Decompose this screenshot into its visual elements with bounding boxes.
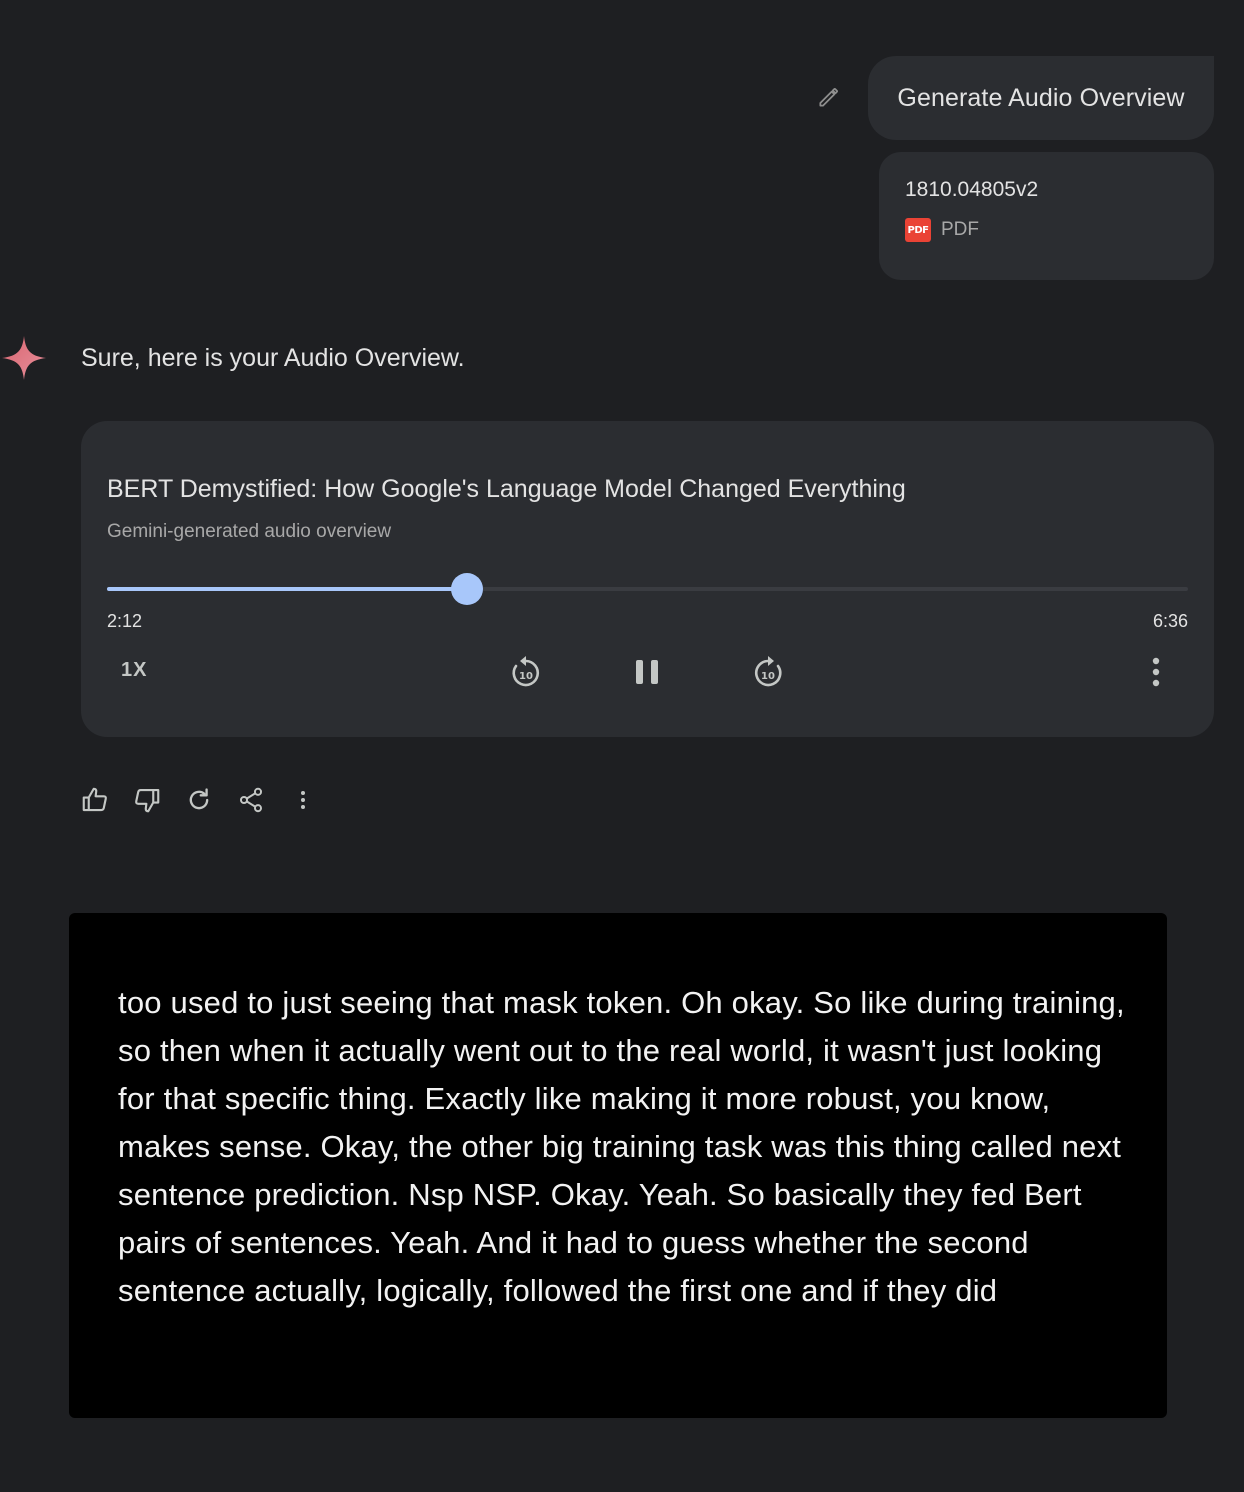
gemini-sparkle-icon [2, 336, 46, 380]
attachment-card[interactable]: 1810.04805v2 PDF PDF [879, 152, 1214, 280]
chat-page: Generate Audio Overview 1810.04805v2 PDF… [0, 0, 1244, 1492]
thumb-up-icon[interactable] [80, 785, 110, 815]
audio-overview-card: BERT Demystified: How Google's Language … [81, 421, 1214, 737]
replay-10-label: 10 [519, 671, 533, 682]
user-prompt-bubble: Generate Audio Overview [868, 56, 1214, 140]
refresh-icon[interactable] [184, 785, 214, 815]
audio-progress-thumb[interactable] [450, 573, 483, 605]
edit-icon[interactable] [816, 84, 842, 110]
forward-10-icon[interactable]: 10 [749, 652, 787, 692]
response-actions [80, 784, 340, 816]
attachment-type-label: PDF [941, 219, 979, 240]
audio-progress-slider[interactable] [107, 573, 1188, 605]
audio-progress-fill [107, 587, 467, 591]
thumb-down-icon[interactable] [132, 785, 162, 815]
transcript-caption-panel: too used to just seeing that mask token.… [69, 913, 1167, 1418]
assistant-intro: Sure, here is your Audio Overview. [81, 344, 465, 372]
attachment-type-row: PDF PDF [905, 218, 1188, 242]
forward-10-label: 10 [761, 671, 775, 682]
pause-icon[interactable] [631, 656, 663, 688]
more-vert-icon[interactable] [288, 785, 318, 815]
audio-current-time: 2:12 [107, 611, 143, 631]
playback-speed-button[interactable]: 1X [121, 659, 147, 682]
share-icon[interactable] [236, 785, 266, 815]
replay-10-icon[interactable]: 10 [507, 652, 545, 692]
more-vert-icon[interactable] [1145, 655, 1167, 689]
transcript-text: too used to just seeing that mask token.… [118, 985, 1125, 1308]
audio-total-time: 6:36 [1152, 611, 1188, 631]
user-prompt-text: Generate Audio Overview [897, 83, 1185, 112]
attachment-name: 1810.04805v2 [905, 178, 1039, 201]
audio-subtitle: Gemini-generated audio overview [107, 521, 392, 542]
pdf-icon: PDF [905, 218, 931, 242]
audio-title: BERT Demystified: How Google's Language … [107, 475, 906, 503]
